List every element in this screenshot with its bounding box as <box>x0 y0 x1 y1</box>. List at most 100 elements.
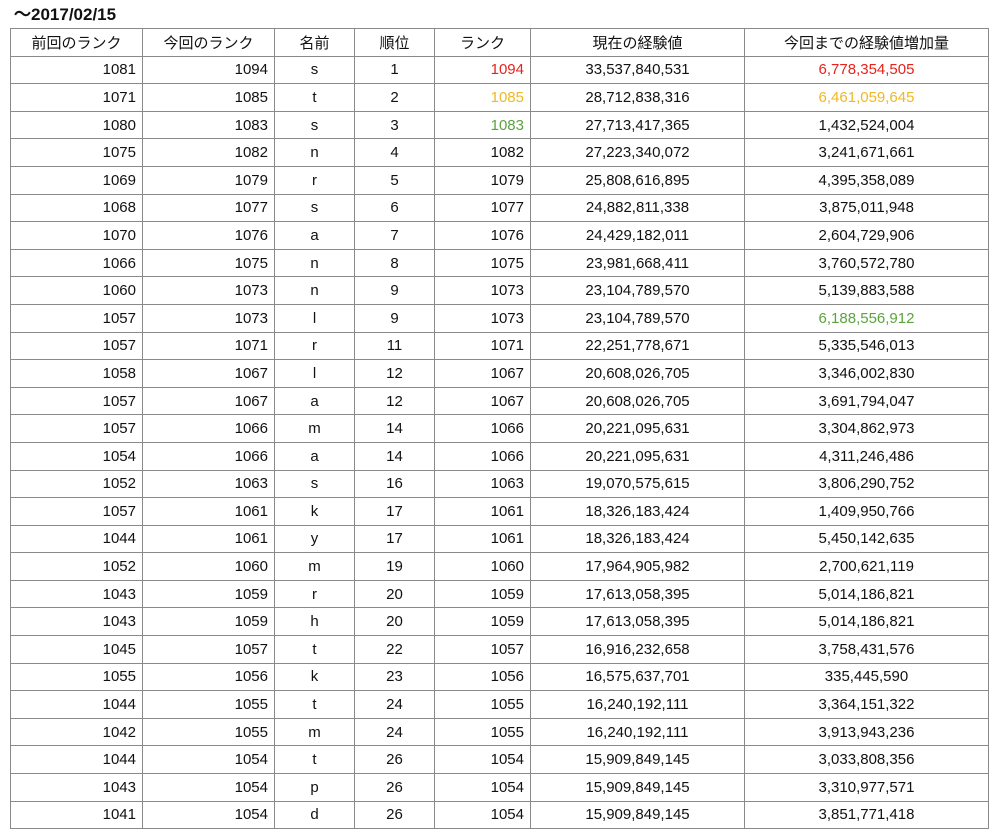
cell-prev-rank: 1070 <box>10 221 143 250</box>
cell-current-rank: 1066 <box>142 414 275 443</box>
cell-position: 17 <box>354 497 435 526</box>
cell-exp-gain: 3,806,290,752 <box>744 469 989 499</box>
table-row: 1045 1057 t 22 1057 16,916,232,658 3,758,431,5… <box>10 635 989 664</box>
cell-exp-gain: 1,409,950,766 <box>744 497 989 526</box>
cell-prev-rank: 1041 <box>10 800 143 830</box>
cell-current-exp: 25,808,616,895 <box>530 165 745 195</box>
cell-exp-gain: 6,778,354,505 <box>744 55 989 85</box>
cell-rank: 1059 <box>434 579 531 609</box>
cell-current-rank: 1066 <box>142 441 275 471</box>
cell-current-exp: 15,909,849,145 <box>530 745 745 775</box>
cell-prev-rank: 1043 <box>10 773 143 802</box>
cell-rank: 1085 <box>434 83 531 112</box>
cell-current-exp: 18,326,183,424 <box>530 497 745 526</box>
cell-current-rank: 1055 <box>142 690 275 719</box>
cell-name: k <box>274 497 355 526</box>
cell-current-exp: 22,251,778,671 <box>530 331 745 361</box>
cell-current-exp: 15,909,849,145 <box>530 800 745 830</box>
header-position: 順位 <box>354 28 435 57</box>
cell-rank: 1055 <box>434 690 531 719</box>
cell-rank: 1077 <box>434 193 531 223</box>
cell-exp-gain: 3,913,943,236 <box>744 717 989 747</box>
cell-name: r <box>274 331 355 361</box>
cell-exp-gain: 3,851,771,418 <box>744 800 989 830</box>
cell-current-exp: 17,613,058,395 <box>530 579 745 609</box>
cell-rank: 1061 <box>434 524 531 554</box>
cell-rank: 1059 <box>434 607 531 637</box>
cell-prev-rank: 1044 <box>10 745 143 775</box>
cell-rank: 1054 <box>434 773 531 802</box>
cell-position: 11 <box>354 331 435 361</box>
cell-rank: 1094 <box>434 55 531 85</box>
cell-name: n <box>274 138 355 167</box>
cell-rank: 1056 <box>434 662 531 692</box>
cell-position: 22 <box>354 635 435 664</box>
header-name: 名前 <box>274 28 355 57</box>
cell-rank: 1060 <box>434 552 531 581</box>
cell-name: m <box>274 717 355 747</box>
cell-current-rank: 1060 <box>142 552 275 581</box>
cell-prev-rank: 1071 <box>10 83 143 112</box>
cell-current-exp: 18,326,183,424 <box>530 524 745 554</box>
header-exp-gain: 今回までの経験値増加量 <box>744 28 989 57</box>
cell-name: p <box>274 773 355 802</box>
cell-current-exp: 24,882,811,338 <box>530 193 745 223</box>
cell-position: 17 <box>354 524 435 554</box>
header-row: 前回のランク 今回のランク 名前 順位 ランク 現在の経験値 今回までの経験値増… <box>10 28 989 57</box>
cell-name: l <box>274 359 355 388</box>
cell-current-rank: 1063 <box>142 469 275 499</box>
cell-current-exp: 20,608,026,705 <box>530 359 745 388</box>
cell-position: 12 <box>354 386 435 416</box>
cell-position: 16 <box>354 469 435 499</box>
cell-name: m <box>274 552 355 581</box>
cell-exp-gain: 5,139,883,588 <box>744 276 989 305</box>
table-row: 1057 1073 l 9 1073 23,104,789,570 6,188,556,91… <box>10 303 989 333</box>
cell-current-rank: 1067 <box>142 359 275 388</box>
cell-rank: 1057 <box>434 635 531 664</box>
cell-current-exp: 16,240,192,111 <box>530 690 745 719</box>
cell-prev-rank: 1043 <box>10 579 143 609</box>
cell-position: 20 <box>354 607 435 637</box>
cell-current-rank: 1071 <box>142 331 275 361</box>
cell-prev-rank: 1066 <box>10 248 143 278</box>
cell-name: d <box>274 800 355 830</box>
cell-prev-rank: 1075 <box>10 138 143 167</box>
cell-current-exp: 24,429,182,011 <box>530 221 745 250</box>
header-rank: ランク <box>434 28 531 57</box>
cell-position: 12 <box>354 359 435 388</box>
cell-name: t <box>274 83 355 112</box>
table-row: 1041 1054 d 26 1054 15,909,849,145 3,851,771,4… <box>10 800 989 830</box>
cell-exp-gain: 4,311,246,486 <box>744 441 989 471</box>
cell-exp-gain: 5,014,186,821 <box>744 607 989 637</box>
table-row: 1043 1059 h 20 1059 17,613,058,395 5,014,186,8… <box>10 607 989 637</box>
cell-current-rank: 1067 <box>142 386 275 416</box>
cell-name: y <box>274 524 355 554</box>
table-row: 1054 1066 a 14 1066 20,221,095,631 4,311,246,4… <box>10 441 989 471</box>
cell-rank: 1082 <box>434 138 531 167</box>
cell-current-exp: 20,221,095,631 <box>530 441 745 471</box>
table-row: 1052 1060 m 19 1060 17,964,905,982 2,700,621,1… <box>10 552 989 581</box>
cell-exp-gain: 4,395,358,089 <box>744 165 989 195</box>
table-row: 1057 1066 m 14 1066 20,221,095,631 3,304,862,9… <box>10 414 989 443</box>
cell-position: 9 <box>354 276 435 305</box>
cell-current-rank: 1061 <box>142 497 275 526</box>
cell-exp-gain: 3,310,977,571 <box>744 773 989 802</box>
cell-current-exp: 15,909,849,145 <box>530 773 745 802</box>
cell-prev-rank: 1042 <box>10 717 143 747</box>
table-row: 1060 1073 n 9 1073 23,104,789,570 5,139,883,58… <box>10 276 989 305</box>
table-row: 1044 1055 t 24 1055 16,240,192,111 3,364,151,3… <box>10 690 989 719</box>
cell-exp-gain: 5,014,186,821 <box>744 579 989 609</box>
cell-current-rank: 1075 <box>142 248 275 278</box>
cell-current-rank: 1054 <box>142 773 275 802</box>
cell-exp-gain: 3,691,794,047 <box>744 386 989 416</box>
cell-rank: 1055 <box>434 717 531 747</box>
cell-prev-rank: 1044 <box>10 690 143 719</box>
cell-current-rank: 1059 <box>142 607 275 637</box>
cell-rank: 1067 <box>434 359 531 388</box>
cell-current-rank: 1057 <box>142 635 275 664</box>
cell-prev-rank: 1052 <box>10 552 143 581</box>
cell-name: r <box>274 579 355 609</box>
cell-exp-gain: 3,241,671,661 <box>744 138 989 167</box>
cell-prev-rank: 1052 <box>10 469 143 499</box>
cell-current-exp: 33,537,840,531 <box>530 55 745 85</box>
